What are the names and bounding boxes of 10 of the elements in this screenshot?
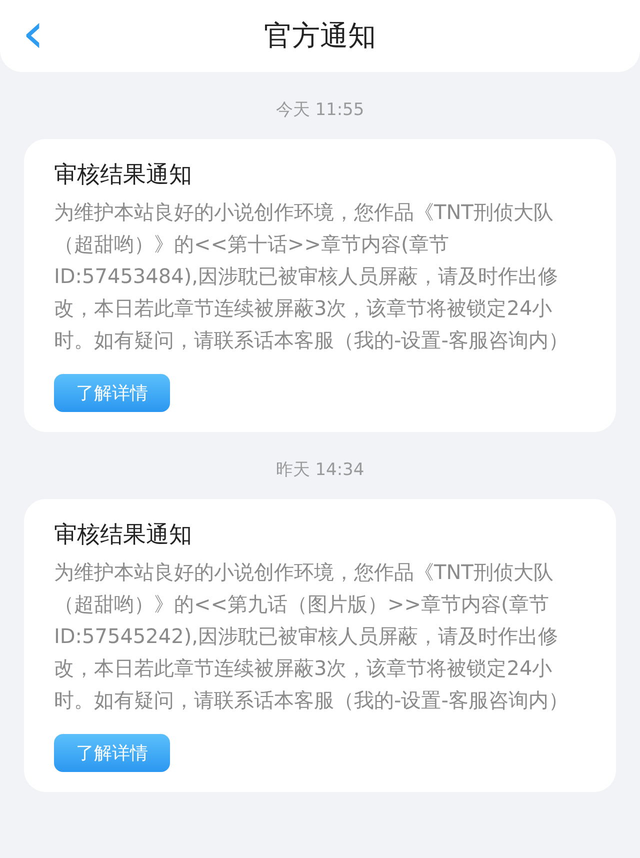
- message-time: 昨天 14:34: [274, 459, 366, 481]
- notification-title: 审核结果通知: [54, 521, 193, 550]
- back-button[interactable]: ‹: [16, 4, 50, 64]
- message-time: 今天 11:55: [274, 99, 366, 121]
- notification-title: 审核结果通知: [54, 161, 193, 190]
- details-button[interactable]: 了解详情: [54, 734, 170, 772]
- notification-text: 为维护本站良好的小说创作环境，您作品《TNT刑侦大队（超甜哟）》的<<第十话>>章节内容(章节ID:57453484),因涉耽已被审核人员屏蔽，请及时作出修改，本日若此章节连续被屏蔽3次，该章节将被锁定24小时。如有疑问，请联系话本客服（我的-设置-客服咨询内）: [54, 199, 570, 354]
- details-button[interactable]: 了解详情: [54, 374, 170, 412]
- page-title: 官方通知: [264, 18, 376, 54]
- notification-text: 为维护本站良好的小说创作环境，您作品《TNT刑侦大队（超甜哟）》的<<第九话（图片版）>>章节内容(章节ID:57545242),因涉耽已被审核人员屏蔽，请及时作出修改，本日若此章节连续被屏蔽3次，该章节将被锁定24小时。如有疑问，请联系话本客服（我的-设置-客服咨询内）: [54, 559, 570, 714]
